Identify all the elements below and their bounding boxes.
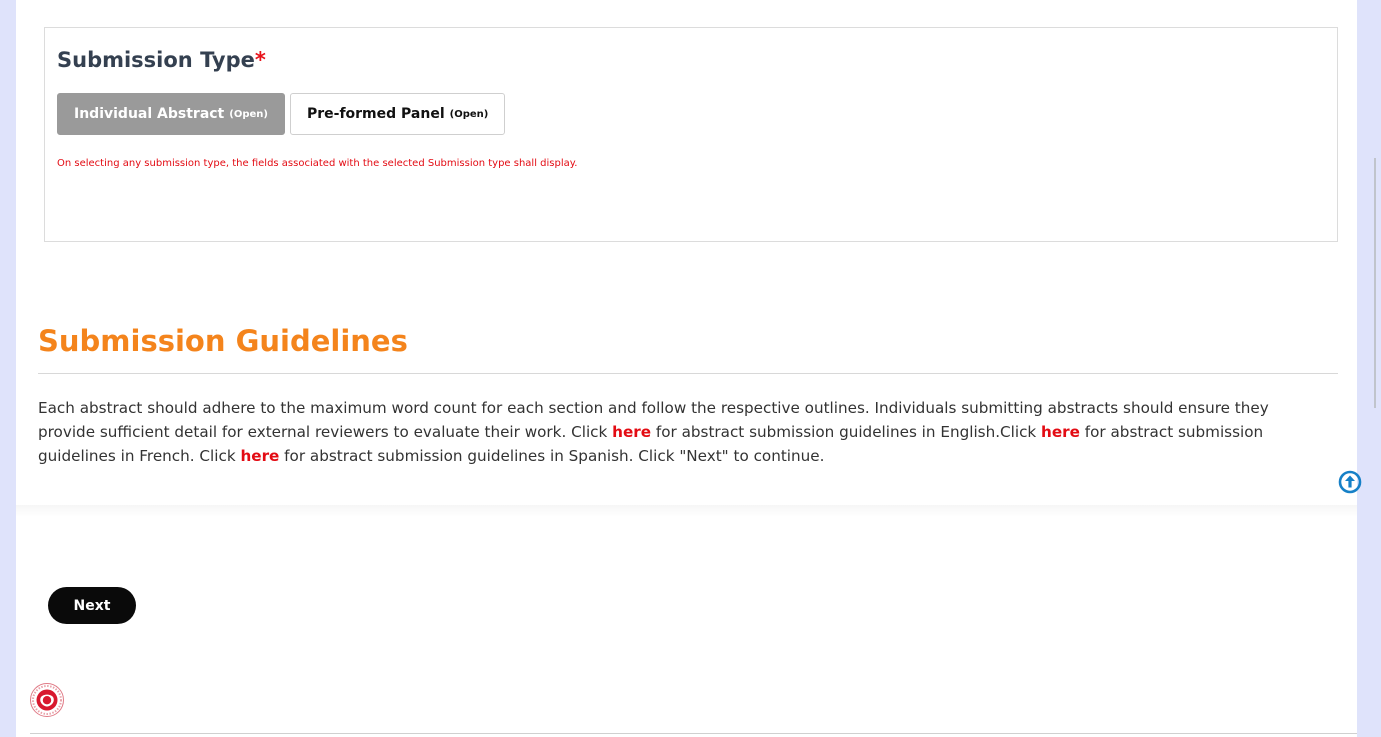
submission-type-note: On selecting any submission type, the fi…: [57, 158, 578, 169]
pre-formed-panel-status: (Open): [449, 108, 489, 120]
spanish-guidelines-link[interactable]: here: [240, 447, 279, 465]
guidelines-text: Each abstract should adhere to the maxim…: [38, 396, 1328, 468]
individual-abstract-status: (Open): [229, 108, 268, 120]
individual-abstract-label: Individual Abstract: [74, 106, 225, 122]
submission-type-options: Individual Abstract (Open) Pre-formed Pa…: [57, 93, 506, 135]
guidelines-text-part-4: for abstract submission guidelines in Sp…: [279, 447, 825, 465]
section-fade-divider: [16, 505, 1357, 517]
next-button[interactable]: Next: [48, 587, 136, 624]
page: Submission Type* Individual Abstract (Op…: [16, 0, 1362, 737]
french-guidelines-link[interactable]: here: [1041, 423, 1080, 441]
guidelines-divider: [38, 373, 1338, 374]
english-guidelines-link[interactable]: here: [612, 423, 651, 441]
organization-logo: [29, 682, 65, 718]
submission-type-title: Submission Type*: [57, 48, 266, 72]
footer-divider: [30, 733, 1357, 734]
pre-formed-panel-label: Pre-formed Panel: [306, 106, 445, 122]
submission-type-title-text: Submission Type: [57, 48, 255, 72]
pre-formed-panel-button[interactable]: Pre-formed Panel (Open): [289, 93, 506, 135]
individual-abstract-button[interactable]: Individual Abstract (Open): [57, 93, 285, 135]
required-marker: *: [254, 48, 266, 72]
scrollbar-track[interactable]: [1374, 158, 1376, 408]
arrow-circle-up-icon[interactable]: [1338, 470, 1362, 494]
submission-guidelines-title: Submission Guidelines: [38, 324, 408, 358]
guidelines-text-part-2: for abstract submission guidelines in En…: [651, 423, 1042, 441]
